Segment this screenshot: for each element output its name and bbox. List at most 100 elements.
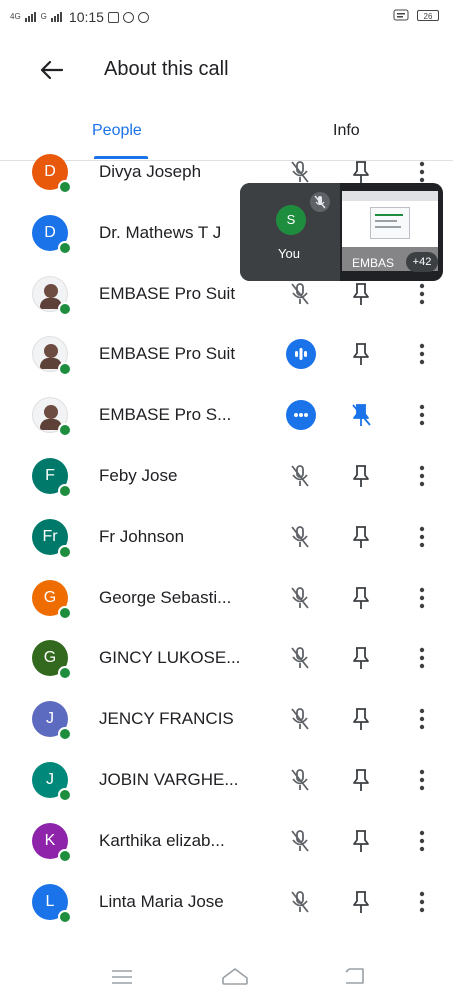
self-tile: S You: [240, 183, 340, 281]
mic-off-icon[interactable]: [286, 158, 314, 186]
network-type-1: 4G: [10, 12, 21, 21]
more-vert-icon[interactable]: [412, 767, 432, 793]
back-nav-icon: [345, 968, 364, 984]
gallery-icon: [107, 11, 119, 23]
participant-row[interactable]: G GINCY LUKOSE...: [0, 628, 453, 688]
participant-row[interactable]: J JOBIN VARGHE...: [0, 750, 453, 810]
mic-off-icon[interactable]: [286, 462, 314, 490]
pin-icon[interactable]: [350, 767, 372, 793]
online-status-dot: [58, 544, 72, 559]
overflow-count-badge: +42: [406, 252, 438, 272]
pin-icon[interactable]: [350, 463, 372, 489]
participant-name: JENCY FRANCIS: [99, 709, 234, 729]
pin-icon[interactable]: [350, 706, 372, 732]
back-button[interactable]: [34, 56, 70, 84]
home-button[interactable]: [220, 966, 250, 986]
online-status-dot: [58, 909, 72, 924]
more-vert-icon[interactable]: [412, 463, 432, 489]
tab-info[interactable]: Info: [333, 122, 360, 140]
participant-name: JOBIN VARGHE...: [99, 770, 239, 789]
pinned-icon[interactable]: [350, 402, 372, 428]
mic-off-icon[interactable]: [286, 766, 314, 794]
more-vert-icon[interactable]: [412, 524, 432, 550]
mic-off-icon[interactable]: [286, 644, 314, 672]
participant-row[interactable]: K Karthika elizab...: [0, 811, 453, 871]
network-type-2: G: [40, 12, 47, 21]
online-status-dot: [58, 484, 72, 498]
participant-row[interactable]: EMBASE Pro Suit: [0, 324, 453, 384]
participant-row[interactable]: F Feby Jose: [0, 446, 453, 506]
participant-name: Karthika elizab...: [99, 830, 225, 850]
pin-icon[interactable]: [350, 281, 372, 307]
online-status-dot: [58, 605, 72, 620]
online-status-dot: [58, 362, 72, 377]
participant-row[interactable]: L Linta Maria Jose: [0, 872, 453, 932]
status-right: 26: [393, 9, 439, 21]
vpn-icon: [137, 11, 149, 23]
more-vert-icon[interactable]: [412, 402, 432, 428]
mic-off-icon[interactable]: [286, 827, 314, 855]
online-status-dot: [58, 848, 72, 863]
speaking-indicator-icon[interactable]: [286, 339, 316, 370]
signal-icon: [24, 12, 36, 22]
page-title: About this call: [104, 58, 229, 80]
participant-name: Divya Joseph: [99, 162, 202, 181]
arrow-back-icon: [40, 60, 64, 80]
self-avatar: S: [276, 205, 306, 235]
more-vert-icon[interactable]: [412, 889, 432, 915]
presenting-indicator-icon[interactable]: [286, 400, 316, 431]
participant-name: GINCY LUKOSE...: [99, 648, 241, 668]
more-vert-icon[interactable]: [412, 281, 432, 307]
pin-icon[interactable]: [350, 524, 372, 550]
pin-icon[interactable]: [350, 889, 372, 915]
pin-icon[interactable]: [350, 585, 372, 611]
online-status-dot: [58, 788, 72, 802]
online-status-dot: [58, 727, 72, 742]
more-vert-icon[interactable]: [412, 645, 432, 671]
pin-icon[interactable]: [350, 159, 372, 185]
participant-name: EMBASE Pro Suit: [99, 283, 236, 303]
participant-name: George Sebasti...: [99, 587, 232, 607]
online-status-dot: [58, 180, 72, 194]
online-status-dot: [58, 240, 72, 255]
participant-name: EMBASE Pro S...: [99, 405, 232, 425]
tab-people[interactable]: People: [92, 122, 142, 140]
pin-icon[interactable]: [350, 645, 372, 671]
more-vert-icon[interactable]: [412, 585, 432, 611]
online-status-dot: [58, 301, 72, 316]
sync-icon: [122, 11, 134, 23]
participant-row[interactable]: G George Sebasti...: [0, 568, 453, 628]
participant-name: Fr Johnson: [99, 526, 185, 546]
more-vert-icon[interactable]: [412, 159, 432, 185]
online-status-dot: [58, 666, 72, 681]
more-vert-icon[interactable]: [412, 828, 432, 854]
home-icon: [222, 968, 248, 985]
mic-off-icon[interactable]: [286, 888, 314, 916]
participant-row[interactable]: Fr Fr Johnson: [0, 507, 453, 567]
status-left: 4G G 10:15: [10, 9, 149, 25]
online-status-dot: [58, 423, 72, 438]
self-label: You: [278, 246, 300, 261]
mic-off-icon[interactable]: [286, 280, 314, 308]
mic-off-icon: [310, 192, 330, 212]
pin-icon[interactable]: [350, 341, 372, 367]
status-bar: 4G G 10:15 26: [0, 0, 453, 34]
battery-icon: 26: [417, 9, 439, 21]
participant-row[interactable]: J JENCY FRANCIS: [0, 689, 453, 749]
status-time: 10:15: [68, 9, 104, 25]
volte-icon: [393, 9, 409, 21]
more-vert-icon[interactable]: [412, 341, 432, 367]
participant-name: Dr. Mathews T J: [99, 222, 222, 242]
pin-icon[interactable]: [350, 828, 372, 854]
app-bar: About this call: [0, 46, 453, 94]
mic-off-icon[interactable]: [286, 523, 314, 551]
more-vert-icon[interactable]: [412, 706, 432, 732]
menu-icon: [112, 970, 132, 984]
mic-off-icon[interactable]: [286, 705, 314, 733]
picture-in-picture[interactable]: S You EMBAS +42: [240, 183, 443, 281]
participant-row[interactable]: EMBASE Pro S...: [0, 385, 453, 445]
system-back-button[interactable]: [343, 966, 367, 986]
screen-share-label: EMBAS: [352, 256, 395, 270]
mic-off-icon[interactable]: [286, 584, 314, 612]
recents-button[interactable]: [110, 969, 134, 985]
